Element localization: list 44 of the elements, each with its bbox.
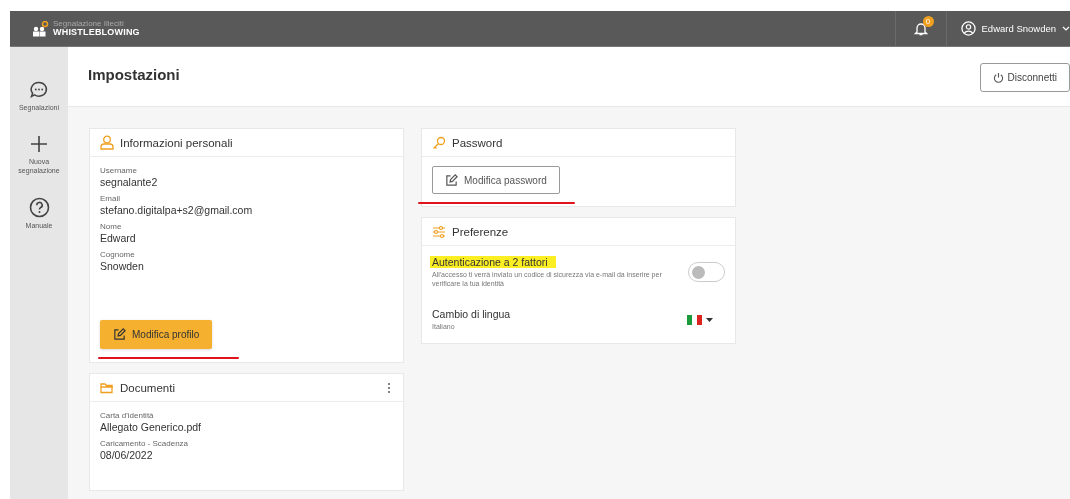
user-icon [960,21,976,36]
user-icon [100,135,114,150]
field-label: Cognome [100,250,136,259]
field-value: stefano.digitalpa+s2@gmail.com [100,204,254,216]
card-title: Informazioni personali [120,136,233,149]
chat-icon [29,80,49,100]
help-icon [28,197,50,219]
power-icon [992,72,1004,83]
card-title: Documenti [120,381,175,394]
field-value: segnalante2 [100,176,159,188]
card-title: Preferenze [452,225,509,238]
edit-icon [113,328,126,341]
logo-icon [32,21,50,37]
field-label: Carta d'identità [100,411,155,420]
edit-icon [445,173,458,187]
logo-subtitle: Segnalazione Illeciti [53,20,124,28]
bell-icon [913,21,928,36]
folder-icon [100,381,114,394]
change-password-button[interactable]: Modifica password [432,166,560,194]
plus-icon [29,134,49,155]
field-label: Caricamento - Scadenza [100,439,190,448]
chevron-down-icon [1062,25,1070,32]
flag-icon [687,314,702,325]
field-value: Allegato Generico.pdf [100,421,202,433]
notification-badge: 0 [922,16,934,27]
field-label: Username [100,166,138,175]
user-menu[interactable]: Edward Snowden [946,11,1070,46]
field-label: Nome [100,222,123,231]
key-icon [432,135,446,150]
field-value: Snowden [100,260,145,272]
caret-icon [706,317,713,322]
logout-button[interactable]: Disconnetti [979,63,1070,92]
toggle-switch[interactable] [688,262,725,283]
field-value: Edward [100,232,137,244]
logo-title: WHISTLEBLOWING [53,28,140,37]
page-title: Impostazioni [88,65,181,83]
setting-label: Autenticazione a 2 fattori [430,256,556,268]
setting-label: Cambio di lingua [432,308,511,321]
edit-profile-button[interactable]: Modifica profilo [100,320,213,349]
field-value: 08/06/2022 [100,449,154,461]
sliders-icon [432,224,446,239]
field-label: Email [100,194,121,203]
card-title: Password [452,136,503,149]
more-icon[interactable] [387,381,391,394]
